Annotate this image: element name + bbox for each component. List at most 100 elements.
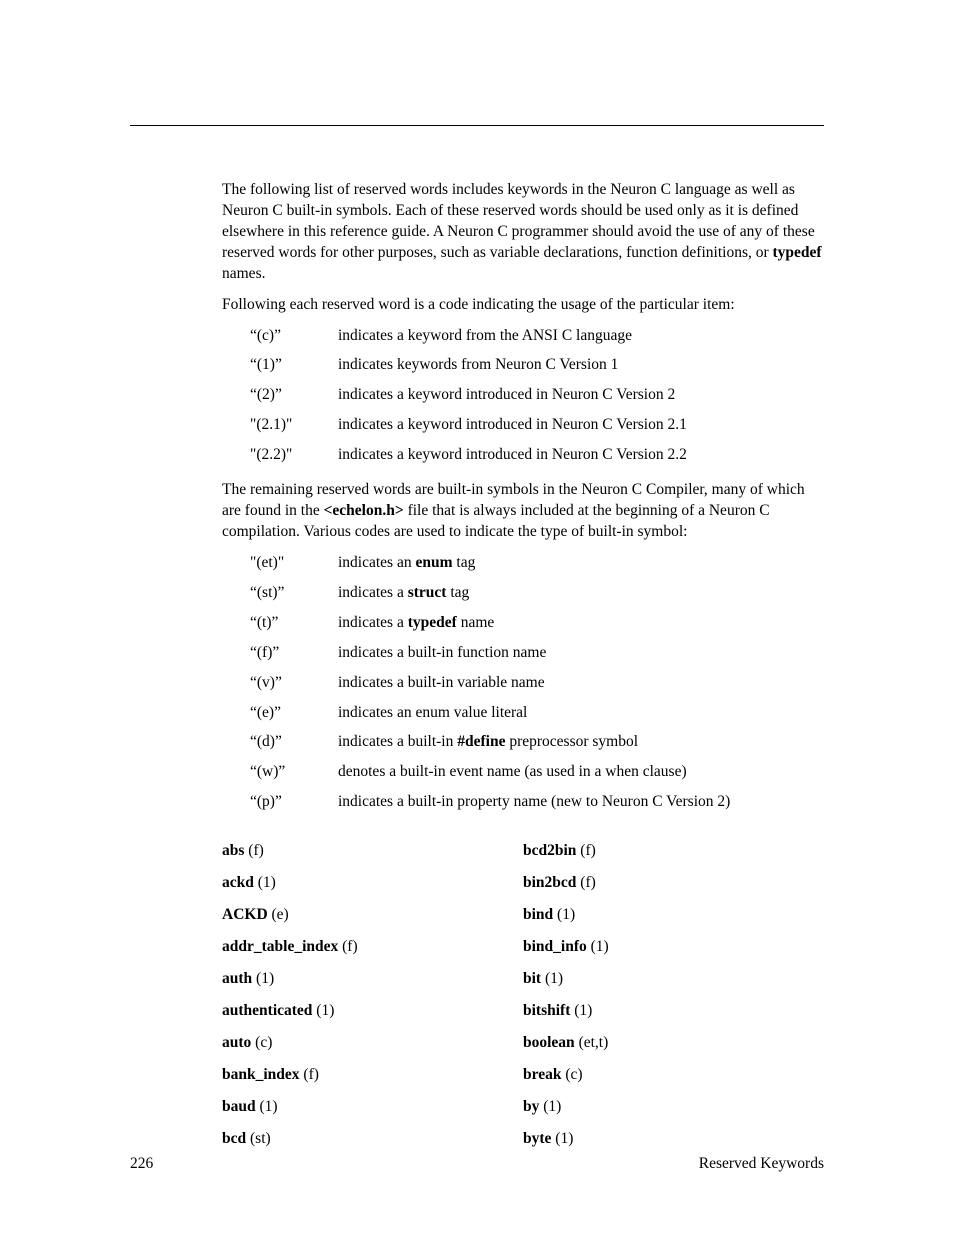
code-desc: indicates a keyword introduced in Neuron… [338,385,824,406]
code-desc: indicates an enum value literal [338,703,824,724]
word: by [523,1098,539,1115]
code-row: “(st)” indicates a struct tag [250,583,824,604]
word: ACKD [222,906,268,923]
code-row: "(et)" indicates an enum tag [250,553,824,574]
word-code: (f) [244,842,263,859]
word-entry: by (1) [523,1097,824,1118]
word-entry: break (c) [523,1065,824,1086]
code-key: “(e)” [250,703,338,724]
code-key: “(d)” [250,732,338,753]
word-entry: bit (1) [523,969,824,990]
text: denotes a built-in event name (as used i… [338,763,687,780]
word: byte [523,1130,551,1147]
word-code: (1) [570,1002,592,1019]
text: names. [222,265,265,282]
code-desc: indicates a built-in function name [338,643,824,664]
reserved-word-list: abs (f) ackd (1) ACKD (e) addr_table_ind… [222,841,824,1160]
intro-paragraph-1: The following list of reserved words inc… [222,180,824,285]
code-key: "(2.1)" [250,415,338,436]
keyword-typedef: typedef [773,244,822,261]
intro-paragraph-2: Following each reserved word is a code i… [222,295,824,316]
word-entry: bank_index (f) [222,1065,523,1086]
word-code: (f) [576,874,595,891]
word-entry: abs (f) [222,841,523,862]
code-key: “(f)” [250,643,338,664]
word-code: (f) [576,842,595,859]
code-row: “(c)” indicates a keyword from the ANSI … [250,326,824,347]
word-code: (c) [251,1034,272,1051]
text: preprocessor symbol [505,733,638,750]
code-row: "(2.1)" indicates a keyword introduced i… [250,415,824,436]
code-key: “(st)” [250,583,338,604]
code-desc: indicates a struct tag [338,583,824,604]
word-entry: bind_info (1) [523,937,824,958]
bold-text: typedef [408,614,457,631]
footer-title: Reserved Keywords [699,1154,824,1175]
word-code: (1) [256,1098,278,1115]
word-entry: ACKD (e) [222,905,523,926]
word: bcd [222,1130,246,1147]
word-code: (1) [553,906,575,923]
word-entry: ackd (1) [222,873,523,894]
code-row: “(2)” indicates a keyword introduced in … [250,385,824,406]
code-key: “(2)” [250,385,338,406]
word-entry: addr_table_index (f) [222,937,523,958]
word-code: (et,t) [575,1034,609,1051]
text: indicates a built-in property name (new … [338,793,730,810]
bold-text: enum [415,554,452,571]
text: indicates a built-in [338,733,457,750]
code-key: “(1)” [250,355,338,376]
word-code: (1) [551,1130,573,1147]
word: bcd2bin [523,842,576,859]
word-column-right: bcd2bin (f) bin2bcd (f) bind (1) bind_in… [523,841,824,1160]
word: auth [222,970,252,987]
intro-paragraph-3: The remaining reserved words are built-i… [222,480,824,543]
word-entry: auth (1) [222,969,523,990]
word-code: (1) [587,938,609,955]
word-code: (f) [338,938,357,955]
content-area: The following list of reserved words inc… [222,180,824,1160]
word-code: (e) [268,906,289,923]
text: name [457,614,494,631]
word: boolean [523,1034,575,1051]
word: auto [222,1034,251,1051]
word-entry: baud (1) [222,1097,523,1118]
code-desc: indicates a built-in property name (new … [338,792,824,813]
word-entry: authenticated (1) [222,1001,523,1022]
word-code: (1) [312,1002,334,1019]
code-row: “(t)” indicates a typedef name [250,613,824,634]
word-entry: boolean (et,t) [523,1033,824,1054]
text: tag [446,584,469,601]
text: tag [453,554,476,571]
word-entry: bcd (st) [222,1129,523,1150]
code-row: “(e)” indicates an enum value literal [250,703,824,724]
code-desc: indicates a built-in #define preprocesso… [338,732,824,753]
word-entry: auto (c) [222,1033,523,1054]
word: addr_table_index [222,938,338,955]
code-key: "(et)" [250,553,338,574]
word-column-left: abs (f) ackd (1) ACKD (e) addr_table_ind… [222,841,523,1160]
word: bin2bcd [523,874,576,891]
word-entry: bind (1) [523,905,824,926]
text: indicates a [338,614,408,631]
word-code: (1) [254,874,276,891]
word: break [523,1066,561,1083]
code-desc: indicates a typedef name [338,613,824,634]
word: bank_index [222,1066,300,1083]
code-key: “(c)” [250,326,338,347]
word-entry: byte (1) [523,1129,824,1150]
word-entry: bitshift (1) [523,1001,824,1022]
code-table-1: “(c)” indicates a keyword from the ANSI … [250,326,824,467]
word: bind_info [523,938,587,955]
code-row: “(1)” indicates keywords from Neuron C V… [250,355,824,376]
text: indicates a [338,584,408,601]
word: baud [222,1098,256,1115]
code-row: “(v)” indicates a built-in variable name [250,673,824,694]
bold-text: struct [408,584,447,601]
code-key: “(v)” [250,673,338,694]
page: The following list of reserved words inc… [0,0,954,1235]
word-code: (1) [252,970,274,987]
text: indicates an [338,554,415,571]
word: bind [523,906,553,923]
text: indicates an enum value literal [338,704,527,721]
